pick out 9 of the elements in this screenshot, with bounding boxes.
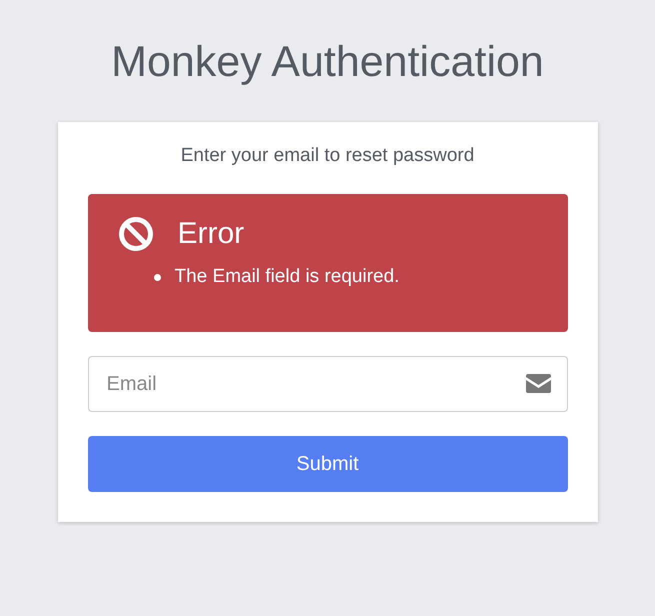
- error-heading: Error: [178, 217, 244, 251]
- error-message: The Email field is required.: [174, 266, 400, 288]
- card-subtitle: Enter your email to reset password: [180, 144, 476, 168]
- ban-icon: [118, 216, 154, 252]
- email-field[interactable]: Email: [88, 356, 568, 412]
- bullet-icon: [154, 274, 160, 280]
- envelope-icon: [526, 374, 550, 393]
- page-title: Monkey Authentication: [111, 37, 544, 88]
- submit-button[interactable]: Submit: [88, 436, 568, 492]
